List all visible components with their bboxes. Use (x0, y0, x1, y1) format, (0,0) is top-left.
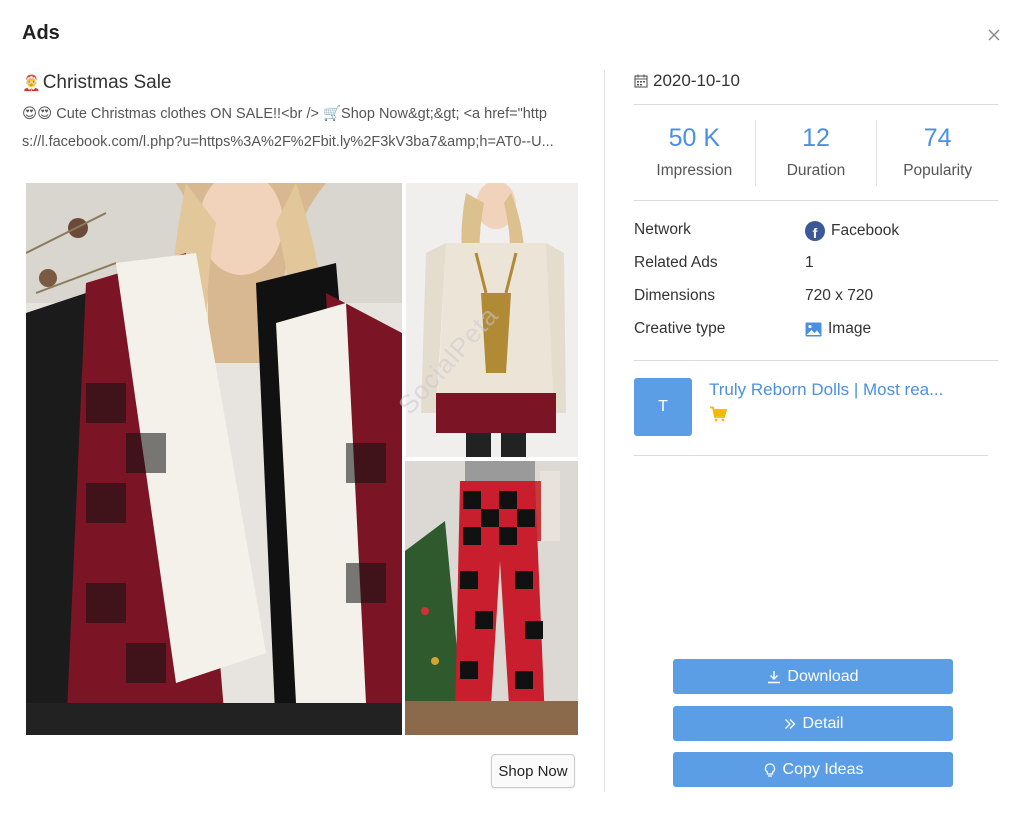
ad-date: 2020-10-10 (634, 71, 740, 91)
copy-ideas-button[interactable]: Copy Ideas (673, 752, 953, 787)
lightbulb-icon (764, 762, 775, 777)
stat-duration: 12 Duration (756, 120, 878, 186)
info-key: Dimensions (634, 287, 715, 304)
download-button[interactable]: Download (673, 659, 953, 694)
detail-label: Detail (802, 714, 844, 732)
stat-value: 50 K (668, 124, 721, 152)
download-label: Download (787, 667, 859, 685)
ad-title-text: Christmas Sale (42, 72, 172, 93)
ad-body-text: 😍😍 Cute Christmas clothes ON SALE!!<br /… (22, 100, 582, 156)
calendar-icon (634, 74, 648, 88)
image-icon (805, 322, 822, 337)
info-row-dimensions: Dimensions 720 x 720 (634, 287, 998, 320)
date-text: 2020-10-10 (653, 71, 740, 90)
stat-label: Popularity (903, 162, 973, 179)
info-row-related-ads: Related Ads 1 (634, 254, 998, 287)
stat-value: 74 (923, 124, 952, 152)
creative-image-main (26, 183, 402, 735)
info-value: Facebook (831, 222, 900, 239)
download-icon (768, 670, 781, 683)
info-key: Creative type (634, 320, 726, 337)
copy-ideas-label: Copy Ideas (782, 760, 864, 778)
info-key: Network (634, 221, 691, 238)
info-value: 1 (805, 254, 814, 271)
detail-button[interactable]: Detail (673, 706, 953, 741)
shopping-cart-icon (709, 406, 727, 422)
info-key: Related Ads (634, 254, 718, 271)
stat-label: Duration (786, 162, 846, 179)
stat-impression: 50 K Impression (634, 120, 756, 186)
advertiser-avatar: T (634, 378, 692, 436)
ad-info-list: Network f Facebook Related Ads 1 Dimensi… (634, 221, 998, 353)
ad-text-line-1: 😍😍 Cute Christmas clothes ON SALE!!<br /… (22, 106, 547, 122)
double-chevron-right-icon (784, 718, 795, 729)
modal-title: Ads (22, 22, 60, 44)
close-icon[interactable] (986, 27, 1002, 43)
santa-emoji-icon: 🤶 (22, 75, 41, 92)
divider-date (634, 104, 998, 105)
creative-image-bottom-right (405, 461, 578, 735)
info-value-wrap: Image (805, 320, 871, 338)
divider-stats (634, 200, 998, 201)
stat-label: Impression (656, 162, 733, 179)
shop-now-button[interactable]: Shop Now (491, 754, 575, 788)
column-divider (604, 70, 605, 792)
info-row-creative-type: Creative type Image (634, 320, 998, 353)
info-value: Image (828, 320, 872, 337)
ad-text-line-2: s://l.facebook.com/l.php?u=https%3A%2F%2… (22, 134, 554, 150)
facebook-icon: f (805, 221, 825, 241)
advertiser-name-link[interactable]: Truly Reborn Dolls | Most rea... (709, 380, 959, 400)
stat-popularity: 74 Popularity (877, 120, 998, 186)
info-value-wrap: f Facebook (805, 221, 899, 241)
stat-value: 12 (802, 124, 830, 152)
info-row-network: Network f Facebook (634, 221, 998, 254)
stats-panel: 50 K Impression 12 Duration 74 Popularit… (634, 120, 998, 186)
divider-info (634, 360, 998, 361)
ad-title: 🤶 Christmas Sale (22, 72, 172, 94)
info-value: 720 x 720 (805, 287, 874, 304)
advertiser-card[interactable]: T Truly Reborn Dolls | Most rea... (634, 378, 988, 456)
